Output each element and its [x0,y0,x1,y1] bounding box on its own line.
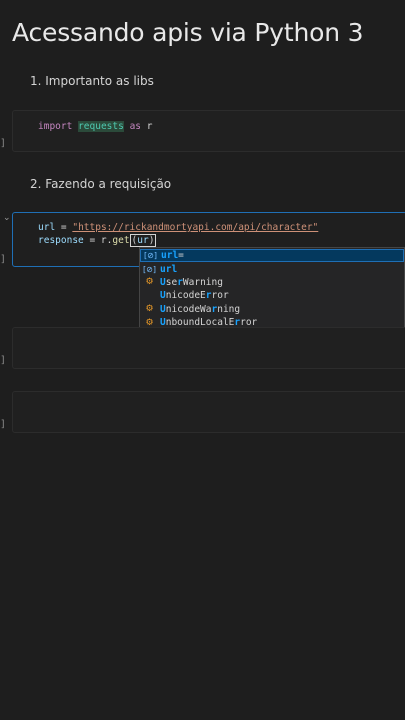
suggestion-item[interactable]: [⊘] url [140,262,404,275]
cell-bracket: ] [0,138,7,149]
url-string: "https://rickandmortyapi.com/api/charact… [72,222,319,233]
var-url: url [38,222,56,233]
chevron-down-icon[interactable]: ⌄ [3,213,11,223]
operator: = [55,222,73,233]
suggestion-label: url= [161,250,184,262]
cell-bracket: ] [0,254,7,265]
suggestion-label: url [160,263,178,275]
variable-icon: [⊘] [144,251,157,261]
suggestion-label: UserWarning [160,276,223,288]
suggestion-label: UnicodeWarning [160,303,241,315]
var-response: response [38,235,84,246]
empty-code-cell[interactable] [12,391,405,433]
suggestion-item[interactable]: ⚙ UnicodeWarning [140,303,404,316]
variable-icon: [⊘] [143,264,156,274]
typed-text: ur [137,235,149,246]
suggestion-item[interactable]: [⊘] url= [140,249,404,263]
paren-open: (ur) [129,234,157,247]
operator: = r. [83,235,113,246]
suggestion-item[interactable]: UnicodeError [140,289,404,302]
keyword-as: as [129,121,142,132]
page-title: Acessando apis via Python 3 [12,18,364,47]
code-line-import[interactable]: import requests as r [38,121,152,132]
empty-code-cell[interactable] [12,327,405,369]
class-icon: ⚙ [145,277,154,288]
keyword-import: import [38,121,73,132]
markdown-cell-request[interactable]: 2. Fazendo a requisição [30,177,171,191]
markdown-cell-libs[interactable]: 1. Importanto as libs [30,74,154,88]
suggestion-item[interactable]: ⚙ UserWarning [140,276,404,289]
class-icon: ⚙ [145,304,154,315]
function-get: get [112,235,130,246]
suggestion-label: UnicodeError [160,290,229,302]
code-line-url[interactable]: url = "https://rickandmortyapi.com/api/c… [38,222,318,233]
cell-bracket: ] [0,419,7,430]
cell-bracket: ] [0,355,7,366]
module-name: requests [78,121,124,132]
code-line-response[interactable]: response = r.get (ur) [38,234,157,247]
alias-name: r [146,121,153,132]
